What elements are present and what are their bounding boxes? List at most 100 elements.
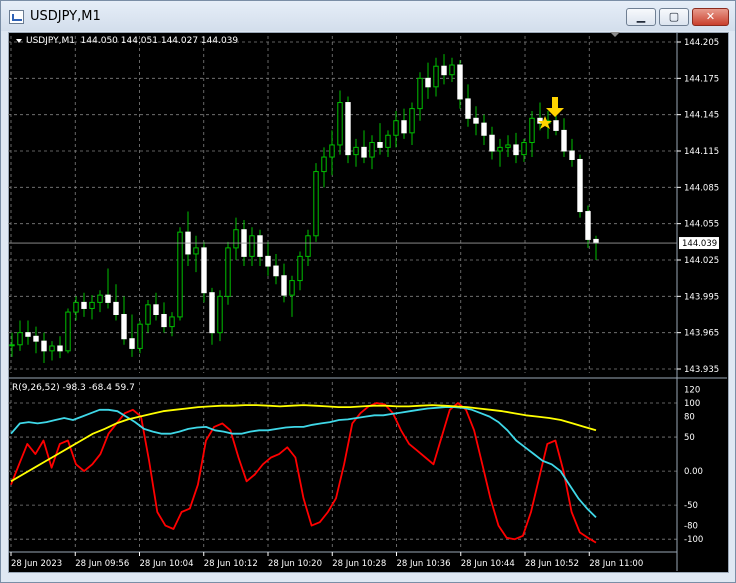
price-axis-label: 144.085 [684,183,719,193]
bear-candle [577,158,583,213]
signal-arrow-icon [546,97,564,117]
bear-candle [345,102,351,156]
bear-candle [201,247,207,294]
bull-candle [393,120,399,136]
bull-candle [169,316,175,328]
bull-candle [497,146,503,152]
bull-candle [329,144,335,158]
bull-candle [17,332,23,346]
bear-candle [41,340,47,352]
price-axis-label: 144.175 [684,74,719,84]
bear-candle [81,301,87,309]
bear-candle [209,292,215,334]
indicator-lines [10,402,597,544]
indicator-axis-label: -80 [684,522,698,532]
bear-candle [569,150,575,160]
bear-candle [265,255,271,267]
time-axis-label: 28 Jun 11:00 [589,559,643,569]
bull-candle [65,311,71,352]
time-axis-label: 28 Jun 09:56 [75,559,129,569]
bull-candle [9,344,15,347]
price-axis-label: 143.995 [684,292,719,302]
symbol-ohlc-text: USDJPY,M1 144.050 144.051 144.027 144.03… [26,36,239,46]
bear-candle [489,134,495,152]
indicator-axis-label: 50 [684,433,695,443]
price-axis-label: 144.205 [684,38,719,48]
dropdown-triangle-icon[interactable] [16,38,22,43]
price-axis-label: 143.965 [684,329,719,339]
time-axis-label: 28 Jun 10:12 [204,559,258,569]
bear-candle [457,64,463,100]
bear-candle [361,146,367,158]
bear-candle [465,98,471,119]
bull-candle [385,134,391,148]
time-axis-label: 28 Jun 10:04 [140,559,194,569]
bull-candle [305,235,311,257]
yellow-indicator-line [10,404,597,483]
bull-candle [233,229,239,249]
time-axis-label: 28 Jun 10:44 [461,559,515,569]
bear-candle [377,142,383,148]
bear-candle [153,304,159,315]
bear-candle [513,144,519,156]
bear-candle [25,332,31,337]
bear-candle [401,120,407,134]
bull-candle [49,345,55,352]
bull-candle [73,301,79,313]
chart-shift-marker-icon[interactable] [610,32,620,37]
bear-candle [113,301,119,315]
bull-candle [89,301,95,309]
time-axis-label: 28 Jun 10:28 [332,559,386,569]
bull-candle [249,235,255,257]
bull-candle [225,247,231,297]
time-axis-label: 28 Jun 10:20 [268,559,322,569]
price-and-indicator-chart[interactable]: 28 Jun 2023 28 Jun 09:56 28 Jun 10:04 28 Ju… [0,0,736,583]
bull-candle [433,65,439,88]
bull-candle [137,323,143,349]
bull-candle [529,117,535,144]
time-axis-label: 28 Jun 2023 [11,559,62,569]
bear-candle [585,211,591,240]
indicator-axis-label: -100 [684,535,703,545]
current-price-label: 144.039 [682,239,717,249]
bull-candle [521,142,527,156]
bull-candle [505,144,511,148]
price-axis-label: 144.025 [684,256,719,266]
bear-candle [257,235,263,257]
bear-candle [473,117,479,124]
bull-candle [353,146,359,156]
price-axis-label: 144.115 [684,147,719,157]
indicator-axis-label: 0.00 [684,467,703,477]
bear-candle [33,335,39,342]
bull-candle [97,294,103,303]
bull-candle [289,280,295,296]
bull-candle [321,156,327,173]
bear-candle [57,345,63,352]
bear-candle [481,122,487,136]
indicator-axis-label: 120 [684,385,700,395]
bull-candle [449,64,455,76]
indicator-axis-label: -50 [684,501,698,511]
bull-candle [369,142,375,158]
bull-candle [177,231,183,318]
bear-candle [425,77,431,88]
bear-candle [129,338,135,349]
bull-candle [337,102,343,146]
bull-candle [217,295,223,334]
bull-candle [145,304,151,325]
bear-candle [121,314,127,340]
red-indicator-line [10,402,597,544]
bear-candle [281,275,287,296]
bear-candle [273,265,279,277]
bear-candle [561,129,567,152]
bull-candle [409,108,415,134]
time-axis-label: 28 Jun 10:52 [525,559,579,569]
bull-candle [417,77,423,110]
indicator-axis-label: 100 [684,399,700,409]
candlestick-series [8,54,677,363]
bear-candle [161,314,167,328]
bull-candle [193,247,199,255]
price-axis-label: 143.935 [684,365,719,375]
bull-candle [313,171,319,237]
price-axis-label: 144.145 [684,111,719,121]
